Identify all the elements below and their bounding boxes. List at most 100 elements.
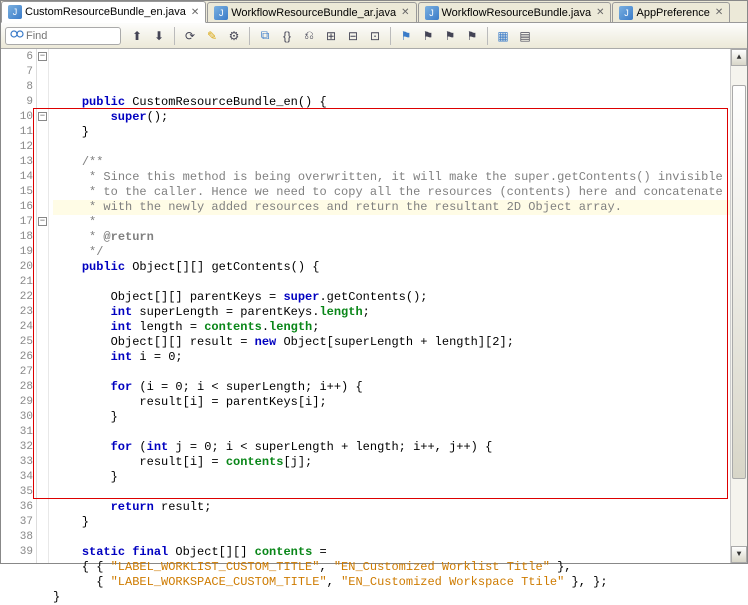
- code-line[interactable]: int i = 0;: [53, 350, 730, 365]
- line-number: 22: [1, 290, 36, 305]
- tab[interactable]: JAppPreference ✕: [612, 2, 730, 22]
- scroll-down-icon[interactable]: ▼: [731, 546, 747, 563]
- code-line[interactable]: [53, 530, 730, 545]
- fold-toggle-icon[interactable]: −: [38, 52, 47, 61]
- fold-toggle-icon[interactable]: −: [38, 112, 47, 121]
- code-line[interactable]: result[i] = contents[j];: [53, 455, 730, 470]
- code-line[interactable]: result[i] = parentKeys[i];: [53, 395, 730, 410]
- tab-label: WorkflowResourceBundle_ar.java: [231, 7, 396, 19]
- tab-label: AppPreference: [636, 7, 709, 19]
- view2-icon[interactable]: ▤: [515, 26, 535, 46]
- line-number: 18: [1, 230, 36, 245]
- separator: [249, 27, 250, 45]
- find-box[interactable]: [5, 27, 121, 45]
- tab[interactable]: JWorkflowResourceBundle_ar.java✕: [207, 2, 416, 22]
- code-line[interactable]: [53, 365, 730, 380]
- bookmark-list-icon[interactable]: ⚑: [462, 26, 482, 46]
- code-line[interactable]: return result;: [53, 500, 730, 515]
- bookmark-icon[interactable]: ⚑: [396, 26, 416, 46]
- separator: [390, 27, 391, 45]
- code-line[interactable]: }: [53, 410, 730, 425]
- editor-tabs: JCustomResourceBundle_en.java✕JWorkflowR…: [1, 1, 747, 23]
- tool3-icon[interactable]: ⊡: [365, 26, 385, 46]
- quickdoc-icon[interactable]: ⧉: [255, 26, 275, 46]
- code-line[interactable]: for (i = 0; i < superLength; i++) {: [53, 380, 730, 395]
- java-file-icon: J: [619, 6, 633, 20]
- code-content[interactable]: public CustomResourceBundle_en() { super…: [49, 49, 730, 563]
- separator: [174, 27, 175, 45]
- code-line[interactable]: { "LABEL_WORKSPACE_CUSTOM_TITLE", "EN_Cu…: [53, 575, 730, 590]
- tool2-icon[interactable]: ⊟: [343, 26, 363, 46]
- code-line[interactable]: }: [53, 125, 730, 140]
- code-line[interactable]: public Object[][] getContents() {: [53, 260, 730, 275]
- line-number: 10: [1, 110, 36, 125]
- code-line[interactable]: { { "LABEL_WORKLIST_CUSTOM_TITLE", "EN_C…: [53, 560, 730, 575]
- find-input[interactable]: [26, 30, 116, 42]
- tool1-icon[interactable]: ⊞: [321, 26, 341, 46]
- vertical-scrollbar[interactable]: ▲ ▼: [730, 49, 747, 563]
- scroll-track[interactable]: [731, 66, 747, 546]
- line-number: 14: [1, 170, 36, 185]
- code-line[interactable]: [53, 140, 730, 155]
- format-icon[interactable]: ⎌: [299, 26, 319, 46]
- nav-prev-icon[interactable]: ⬆: [127, 26, 147, 46]
- tab-label: WorkflowResourceBundle.java: [442, 7, 592, 19]
- code-line[interactable]: int superLength = parentKeys.length;: [53, 305, 730, 320]
- code-line[interactable]: */: [53, 245, 730, 260]
- editor-area: 6789101112131415161718192021222324252627…: [1, 49, 747, 563]
- code-line[interactable]: }: [53, 515, 730, 530]
- fold-toggle-icon[interactable]: −: [38, 217, 47, 226]
- code-line[interactable]: Object[][] result = new Object[superLeng…: [53, 335, 730, 350]
- line-number: 11: [1, 125, 36, 140]
- code-line[interactable]: /**: [53, 155, 730, 170]
- editor-toolbar: ⬆ ⬇ ⟳ ✎ ⚙ ⧉ {} ⎌ ⊞ ⊟ ⊡ ⚑ ⚑ ⚑ ⚑ ▦ ▤: [1, 23, 747, 49]
- code-line[interactable]: [53, 425, 730, 440]
- line-number: 19: [1, 245, 36, 260]
- code-line[interactable]: }: [53, 470, 730, 485]
- scroll-thumb[interactable]: [732, 85, 746, 479]
- close-icon[interactable]: ✕: [715, 7, 723, 18]
- refactor-icon[interactable]: ⚙: [224, 26, 244, 46]
- bookmark-next-icon[interactable]: ⚑: [440, 26, 460, 46]
- scroll-up-icon[interactable]: ▲: [731, 49, 747, 66]
- code-line[interactable]: * @return: [53, 230, 730, 245]
- code-line[interactable]: }: [53, 590, 730, 605]
- code-line[interactable]: public CustomResourceBundle_en() {: [53, 95, 730, 110]
- line-number: 21: [1, 275, 36, 290]
- code-line[interactable]: *: [53, 215, 730, 230]
- java-file-icon: J: [425, 6, 439, 20]
- line-number: 25: [1, 335, 36, 350]
- line-number: 38: [1, 530, 36, 545]
- braces-icon[interactable]: {}: [277, 26, 297, 46]
- tab-label: CustomResourceBundle_en.java: [25, 6, 186, 18]
- tab[interactable]: JCustomResourceBundle_en.java ✕: [1, 1, 206, 23]
- close-icon[interactable]: ✕: [191, 7, 199, 18]
- code-line[interactable]: [53, 275, 730, 290]
- line-number: 28: [1, 380, 36, 395]
- code-line[interactable]: for (int j = 0; i < superLength + length…: [53, 440, 730, 455]
- code-line[interactable]: super();: [53, 110, 730, 125]
- sync-icon[interactable]: ⟳: [180, 26, 200, 46]
- line-number: 6: [1, 50, 36, 65]
- nav-next-icon[interactable]: ⬇: [149, 26, 169, 46]
- code-line[interactable]: * to the caller. Hence we need to copy a…: [53, 185, 730, 200]
- fold-column: − − −: [37, 49, 49, 563]
- line-number: 15: [1, 185, 36, 200]
- java-file-icon: J: [8, 5, 22, 19]
- code-line[interactable]: static final Object[][] contents =: [53, 545, 730, 560]
- code-line[interactable]: [53, 485, 730, 500]
- line-number: 27: [1, 365, 36, 380]
- tab[interactable]: JWorkflowResourceBundle.java ✕: [418, 2, 612, 22]
- bookmark-prev-icon[interactable]: ⚑: [418, 26, 438, 46]
- close-icon[interactable]: ✕: [596, 7, 604, 18]
- line-number: 29: [1, 395, 36, 410]
- code-line[interactable]: * Since this method is being overwritten…: [53, 170, 730, 185]
- line-number: 20: [1, 260, 36, 275]
- code-line[interactable]: * with the newly added resources and ret…: [53, 200, 730, 215]
- line-number: 32: [1, 440, 36, 455]
- highlight-icon[interactable]: ✎: [202, 26, 222, 46]
- close-icon[interactable]: ✕: [401, 7, 409, 18]
- code-line[interactable]: Object[][] parentKeys = super.getContent…: [53, 290, 730, 305]
- view1-icon[interactable]: ▦: [493, 26, 513, 46]
- code-line[interactable]: int length = contents.length;: [53, 320, 730, 335]
